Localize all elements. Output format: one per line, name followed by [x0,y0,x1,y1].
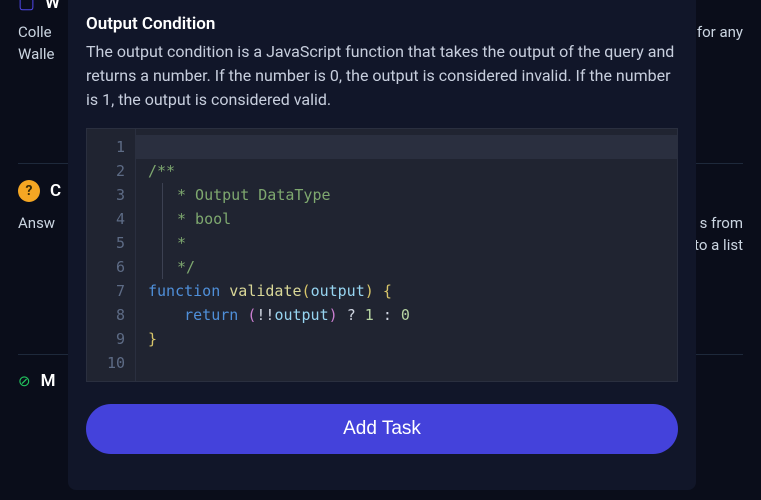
line-number: 7 [87,279,135,303]
code-line[interactable]: * [136,231,677,255]
bg-text-fragment: Colle [18,23,52,41]
bg-title-fragment: M [41,371,56,391]
line-number: 2 [87,159,135,183]
code-body[interactable]: /** * Output DataType * bool * */ functi… [135,129,677,381]
code-line[interactable]: */ [136,255,677,279]
output-condition-panel: Output Condition The output condition is… [68,0,696,490]
bg-text-fragment: Answ [18,214,55,232]
bg-text-fragment: for any [697,23,743,41]
section-title: Output Condition [86,14,678,34]
code-line[interactable]: * bool [136,207,677,231]
bg-text-fragment: s from [700,214,743,232]
line-number: 6 [87,255,135,279]
line-number: 3 [87,183,135,207]
bg-text-fragment: Walle [18,45,54,63]
line-number: 10 [87,351,135,375]
code-line[interactable]: function validate(output) { [136,279,677,303]
code-editor[interactable]: 1 2 3 4 5 6 7 8 9 10 /** * Output DataTy… [86,128,678,382]
help-icon: ? [18,180,40,202]
doc-icon: ▢ [18,0,35,13]
code-line[interactable]: /** [136,159,677,183]
code-line[interactable]: return (!!output) ? 1 : 0 [136,303,677,327]
add-task-button[interactable]: Add Task [86,404,678,454]
line-number: 9 [87,327,135,351]
code-line[interactable]: } [136,327,677,351]
code-line[interactable] [136,351,677,375]
code-gutter: 1 2 3 4 5 6 7 8 9 10 [87,129,135,381]
bg-text-fragment: to a list [694,236,743,254]
line-number: 4 [87,207,135,231]
line-number: 1 [87,135,135,159]
code-line[interactable] [136,135,677,159]
check-icon: ⊘ [18,372,31,390]
code-line[interactable]: * Output DataType [136,183,677,207]
line-number: 8 [87,303,135,327]
bg-title-fragment: C [50,181,61,201]
section-description: The output condition is a JavaScript fun… [86,40,678,112]
line-number: 5 [87,231,135,255]
bg-title-fragment: W [45,0,60,13]
